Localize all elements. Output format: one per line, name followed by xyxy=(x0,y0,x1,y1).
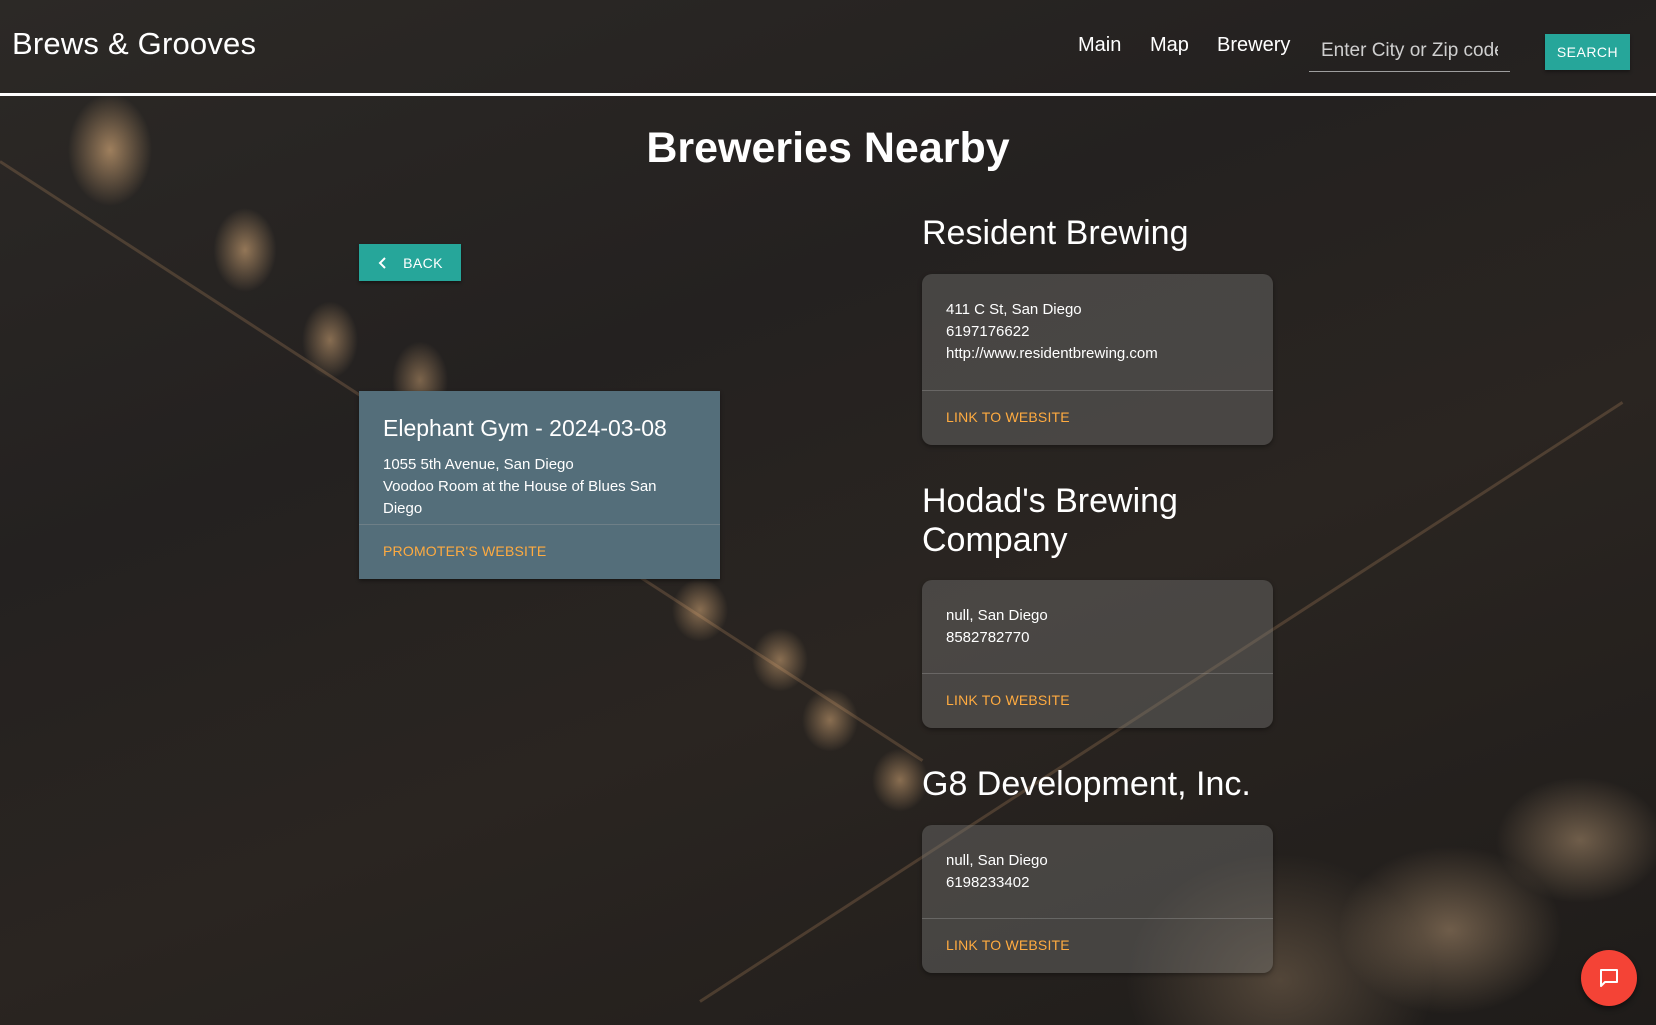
brewery-website-link[interactable]: LINK TO WEBSITE xyxy=(946,692,1070,708)
promoter-website-link[interactable]: PROMOTER'S WEBSITE xyxy=(383,543,546,559)
brewery-card: null, San Diego 6198233402 LINK TO WEBSI… xyxy=(922,825,1273,973)
brewery-address: 411 C St, San Diego xyxy=(946,301,1082,318)
brewery-name: Resident Brewing xyxy=(922,214,1189,252)
nav-link-brewery[interactable]: Brewery xyxy=(1217,34,1290,57)
navbar: Brews & Grooves Main Map Brewery SEARCH xyxy=(0,0,1656,96)
brewery-website-link[interactable]: LINK TO WEBSITE xyxy=(946,409,1070,425)
chat-button[interactable] xyxy=(1581,950,1637,1006)
brewery-phone: 8582782770 xyxy=(946,629,1030,646)
nav-link-map[interactable]: Map xyxy=(1150,34,1189,57)
brewery-name-line: Hodad's Brewing xyxy=(922,482,1178,520)
brewery-name: Hodad's Brewing Company xyxy=(922,482,1302,560)
page-title: Breweries Nearby xyxy=(646,124,1010,172)
brewery-phone: 6197176622 xyxy=(946,323,1030,340)
brewery-phone: 6198233402 xyxy=(946,874,1030,891)
event-card: Elephant Gym - 2024-03-08 1055 5th Avenu… xyxy=(359,391,720,579)
back-button-label: BACK xyxy=(403,254,443,271)
event-title: Elephant Gym - 2024-03-08 xyxy=(383,415,667,441)
brewery-address: null, San Diego xyxy=(946,852,1048,869)
chevron-left-icon xyxy=(378,256,386,269)
chat-icon xyxy=(1600,969,1618,987)
search-input[interactable] xyxy=(1309,30,1510,72)
search-button[interactable]: SEARCH xyxy=(1545,34,1630,70)
brewery-address: null, San Diego xyxy=(946,607,1048,624)
brewery-url: http://www.residentbrewing.com xyxy=(946,345,1158,362)
nav-link-main[interactable]: Main xyxy=(1078,34,1121,57)
brewery-website-link[interactable]: LINK TO WEBSITE xyxy=(946,937,1070,953)
event-venue: Voodoo Room at the House of Blues San Di… xyxy=(383,478,657,517)
brewery-name: G8 Development, Inc. xyxy=(922,765,1251,803)
event-address: 1055 5th Avenue, San Diego xyxy=(383,456,574,473)
brewery-card: 411 C St, San Diego 6197176622 http://ww… xyxy=(922,274,1273,445)
brewery-card: null, San Diego 8582782770 LINK TO WEBSI… xyxy=(922,580,1273,728)
brewery-name-line: Company xyxy=(922,521,1068,559)
brand-logo[interactable]: Brews & Grooves xyxy=(12,26,256,62)
back-button[interactable]: BACK xyxy=(359,244,461,281)
